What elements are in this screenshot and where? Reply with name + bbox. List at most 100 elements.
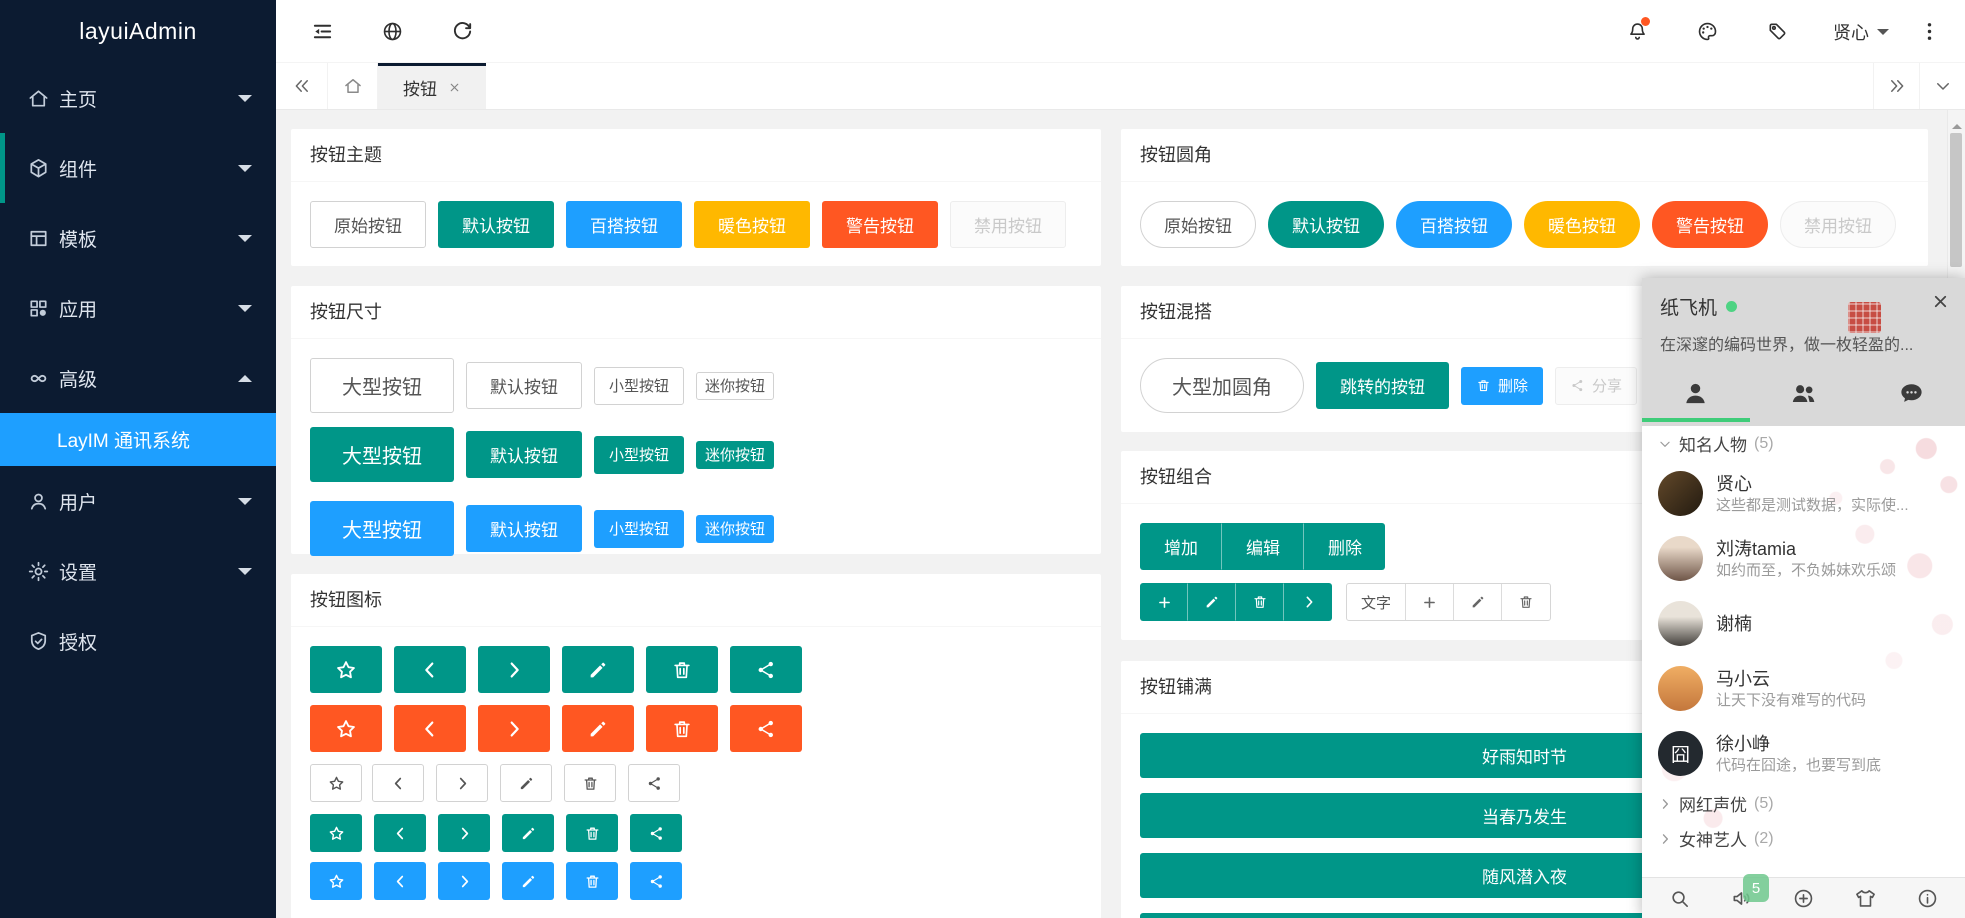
add-button[interactable] [1406,584,1454,620]
delete-button[interactable]: 删除 [1304,523,1385,570]
im-contact[interactable]: 贤心 这些都是测试数据，实际使... [1642,461,1965,526]
tab-home[interactable] [328,63,378,109]
theme-default-button[interactable]: 默认按钮 [438,201,554,248]
size-sm-normal-button[interactable]: 小型按钮 [594,510,684,548]
size-lg-primary-button[interactable]: 大型按钮 [310,358,454,413]
share-button[interactable] [730,705,802,752]
add-button[interactable] [1140,583,1188,621]
im-contact[interactable]: 马小云 让天下没有难写的代码 [1642,656,1965,721]
delete-button[interactable] [646,705,718,752]
tab-history[interactable] [1857,365,1965,422]
delete-button[interactable] [646,646,718,693]
size-default-normal-button[interactable]: 默认按钮 [466,505,582,552]
next-button[interactable] [478,646,550,693]
sidebar-item-settings[interactable]: 设置 [0,536,276,606]
sidebar-item-templates[interactable]: 模板 [0,203,276,273]
add-button[interactable]: 增加 [1140,523,1222,570]
star-button[interactable] [310,764,362,802]
size-sm-default-button[interactable]: 小型按钮 [594,436,684,474]
add-icon[interactable] [1792,887,1815,910]
search-icon[interactable] [1668,887,1691,910]
size-xs-default-button[interactable]: 迷你按钮 [696,441,774,469]
skin-shirt-icon[interactable] [1854,887,1877,910]
text-button[interactable]: 文字 [1347,584,1406,620]
more-menu-button[interactable] [1902,0,1957,63]
theme-button[interactable] [1676,0,1739,63]
sidebar-item-components[interactable]: 组件 [0,133,276,203]
next-button[interactable] [1284,583,1332,621]
website-button[interactable] [361,0,424,63]
prev-button[interactable] [372,764,424,802]
delete-button[interactable] [1502,584,1550,620]
share-button[interactable] [628,764,680,802]
sidebar-item-senior[interactable]: 高级 [0,343,276,413]
edit-button[interactable] [502,862,554,900]
tabs-scroll-left-button[interactable] [276,63,328,109]
contact-group-celebrities[interactable]: 知名人物 (5) [1642,426,1965,461]
delete-button[interactable] [566,814,618,852]
collapse-sidebar-button[interactable] [291,0,354,63]
mix-large-radius-button[interactable]: 大型加圆角 [1140,358,1304,413]
edit-button[interactable] [502,814,554,852]
sidebar-item-layim[interactable]: LayIM 通讯系统 [0,413,276,466]
delete-button[interactable] [566,862,618,900]
im-contact[interactable]: 刘涛tamia 如约而至，不负姊妹欢乐颂 [1642,526,1965,591]
im-contact[interactable]: 谢楠 [1642,591,1965,656]
close-icon[interactable] [448,81,461,94]
radius-warm-button[interactable]: 暖色按钮 [1524,201,1640,248]
radius-danger-button[interactable]: 警告按钮 [1652,201,1768,248]
tabs-menu-button[interactable] [1919,63,1965,109]
mix-delete-button[interactable]: 删除 [1461,367,1543,405]
mix-jump-button[interactable]: 跳转的按钮 [1316,362,1449,409]
radius-default-button[interactable]: 默认按钮 [1268,201,1384,248]
edit-button[interactable] [500,764,552,802]
theme-warm-button[interactable]: 暖色按钮 [694,201,810,248]
edit-button[interactable] [1454,584,1502,620]
delete-button[interactable] [564,764,616,802]
size-default-default-button[interactable]: 默认按钮 [466,431,582,478]
star-button[interactable] [310,705,382,752]
scrollbar-thumb[interactable] [1950,133,1962,267]
star-button[interactable] [310,862,362,900]
tabs-scroll-right-button[interactable] [1873,63,1919,109]
contact-group-goddess[interactable]: 女神艺人 (2) [1642,821,1965,856]
user-menu[interactable]: 贤心 [1806,0,1916,63]
sidebar-item-authorize[interactable]: 授权 [0,606,276,676]
im-signature[interactable]: 在深邃的编码世界，做一枚轻盈的... [1660,331,1947,355]
sidebar-item-apps[interactable]: 应用 [0,273,276,343]
next-button[interactable] [478,705,550,752]
prev-button[interactable] [374,814,426,852]
next-button[interactable] [438,862,490,900]
theme-danger-button[interactable]: 警告按钮 [822,201,938,248]
next-button[interactable] [436,764,488,802]
share-button[interactable] [630,814,682,852]
prev-button[interactable] [394,646,466,693]
edit-button[interactable] [562,705,634,752]
radius-normal-button[interactable]: 百搭按钮 [1396,201,1512,248]
contact-group-voice[interactable]: 网红声优 (5) [1642,786,1965,821]
edit-button[interactable] [1188,583,1236,621]
next-button[interactable] [438,814,490,852]
prev-button[interactable] [374,862,426,900]
size-lg-default-button[interactable]: 大型按钮 [310,427,454,482]
about-info-icon[interactable] [1916,887,1939,910]
tab-buttons[interactable]: 按钮 [378,63,486,109]
prev-button[interactable] [394,705,466,752]
tab-groups[interactable] [1750,365,1858,422]
size-default-primary-button[interactable]: 默认按钮 [466,362,582,409]
size-lg-normal-button[interactable]: 大型按钮 [310,501,454,556]
star-button[interactable] [310,814,362,852]
star-button[interactable] [310,646,382,693]
size-xs-normal-button[interactable]: 迷你按钮 [696,515,774,543]
edit-button[interactable]: 编辑 [1222,523,1304,570]
im-contact[interactable]: 囧 徐小峥 代码在囧途，也要写到底 [1642,721,1965,786]
scroll-up-arrow-icon[interactable] [1952,119,1962,129]
radius-primary-button[interactable]: 原始按钮 [1140,201,1256,248]
sidebar-item-home[interactable]: 主页 [0,63,276,133]
delete-button[interactable] [1236,583,1284,621]
edit-button[interactable] [562,646,634,693]
notifications-button[interactable] [1606,0,1669,63]
share-button[interactable] [730,646,802,693]
share-button[interactable] [630,862,682,900]
size-sm-primary-button[interactable]: 小型按钮 [594,367,684,405]
